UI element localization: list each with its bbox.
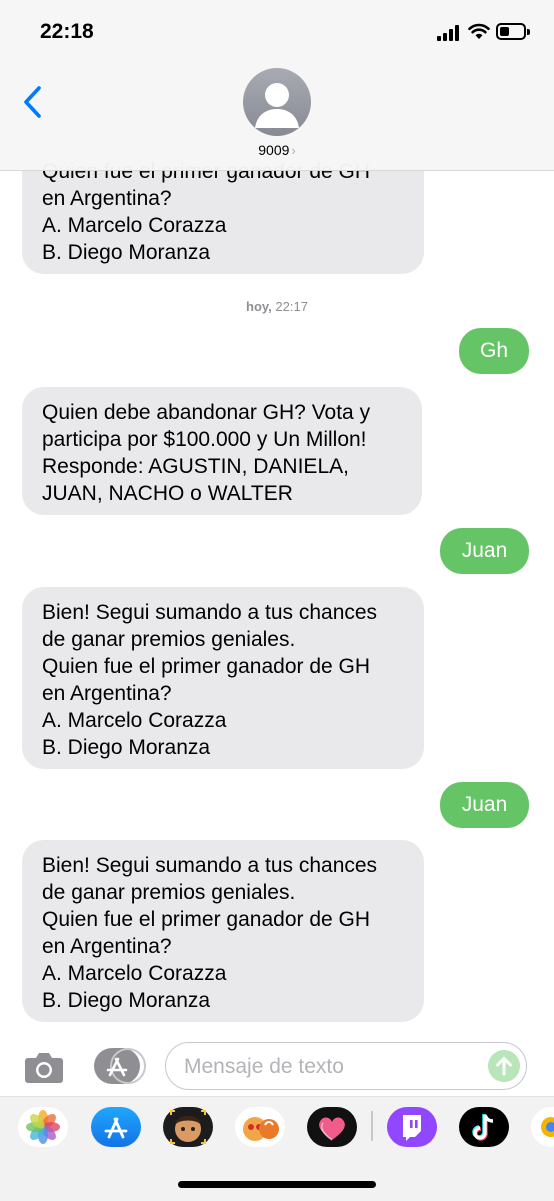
photos-icon[interactable] — [18, 1107, 68, 1147]
message-composer — [0, 1036, 554, 1096]
heart-sticker-icon[interactable] — [307, 1107, 357, 1147]
message-bubble-outgoing[interactable]: Juan — [440, 528, 529, 574]
message-bubble-incoming[interactable]: Bien! Segui sumando a tus chances de gan… — [22, 840, 424, 1022]
message-thread: Quien fue el primer ganador de GH en Arg… — [0, 0, 554, 1200]
tiktok-icon[interactable] — [459, 1107, 509, 1147]
more-app-icon[interactable] — [531, 1107, 554, 1147]
message-bubble-outgoing[interactable]: Juan — [440, 782, 529, 828]
memoji-icon[interactable] — [163, 1107, 213, 1147]
app-store-button[interactable] — [94, 1048, 146, 1084]
send-button[interactable] — [488, 1050, 520, 1082]
status-time: 22:18 — [40, 20, 94, 43]
back-chevron-icon[interactable] — [18, 84, 48, 120]
message-bubble-outgoing[interactable]: Gh — [459, 328, 529, 374]
animoji-icon[interactable] — [235, 1107, 285, 1147]
contact-avatar[interactable] — [243, 68, 311, 136]
message-text-field[interactable] — [165, 1042, 527, 1090]
message-bubble-incoming[interactable]: Bien! Segui sumando a tus chances de gan… — [22, 587, 424, 769]
twitch-icon[interactable] — [387, 1107, 437, 1147]
imessage-app-tray — [0, 1096, 554, 1201]
camera-icon[interactable] — [24, 1050, 64, 1084]
tray-divider — [371, 1111, 373, 1141]
arrow-up-icon — [496, 1057, 512, 1076]
battery-icon — [496, 23, 530, 40]
contact-name[interactable]: 9009 › — [0, 142, 554, 158]
home-indicator — [178, 1181, 376, 1188]
message-bubble-incoming[interactable]: Quien debe abandonar GH? Vota y particip… — [22, 387, 422, 515]
cellular-signal-icon — [437, 25, 463, 41]
message-input[interactable] — [182, 1051, 486, 1083]
person-silhouette-icon — [255, 83, 299, 128]
chevron-right-icon: › — [291, 143, 296, 158]
app-store-icon[interactable] — [91, 1107, 141, 1147]
message-timestamp: hoy, 22:17 — [246, 299, 308, 314]
status-bar: 22:18 — [0, 0, 554, 64]
wifi-icon — [468, 23, 490, 39]
app-store-icon — [106, 1057, 128, 1077]
